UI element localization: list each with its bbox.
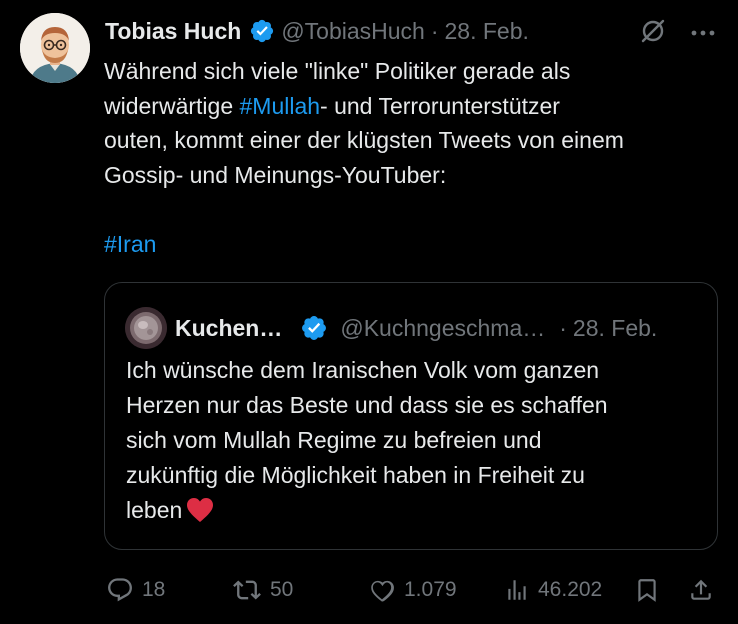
share-button[interactable] bbox=[688, 570, 714, 610]
quoted-author-name[interactable]: Kuchen… bbox=[175, 315, 282, 342]
tweet-line: widerwärtige #Mullah- und Terrorunterstü… bbox=[104, 89, 724, 124]
hashtag-mullah-link[interactable]: #Mullah bbox=[240, 93, 321, 119]
quoted-line: sich vom Mullah Regime zu befreien und bbox=[126, 427, 542, 453]
quoted-line-text: leben bbox=[126, 497, 183, 523]
red-heart-emoji-icon bbox=[186, 497, 214, 523]
views-count: 46.202 bbox=[538, 578, 603, 601]
repost-icon bbox=[232, 576, 262, 604]
tweet-text-span: - und Terrorunterstützer bbox=[320, 92, 560, 119]
tweet-line: Während sich viele "linke" Politiker ger… bbox=[104, 58, 571, 84]
quoted-tweet[interactable]: Kuchen… @Kuchngeschma… · 28. Feb. Ich wü… bbox=[104, 282, 718, 550]
tweet-date[interactable]: 28. Feb. bbox=[445, 18, 529, 45]
tweet-line: outen, kommt einer der klügsten Tweets v… bbox=[104, 127, 624, 153]
author-handle[interactable]: @TobiasHuch bbox=[281, 18, 425, 45]
repost-button[interactable]: 50 bbox=[232, 570, 293, 610]
quoted-line: Herzen nur das Beste und dass sie es sch… bbox=[126, 392, 608, 418]
quoted-line: leben bbox=[126, 493, 706, 528]
quoted-author-avatar[interactable] bbox=[125, 307, 167, 349]
author-name[interactable]: Tobias Huch bbox=[105, 18, 241, 45]
quoted-header-separator: · bbox=[559, 314, 567, 341]
reply-button[interactable]: 18 bbox=[106, 570, 165, 610]
header-separator: · bbox=[430, 17, 439, 44]
verified-badge-icon bbox=[300, 314, 328, 342]
like-heart-icon bbox=[368, 576, 396, 604]
more-options-icon[interactable] bbox=[690, 25, 716, 43]
author-avatar[interactable] bbox=[20, 13, 90, 83]
views-chart-icon bbox=[504, 576, 530, 604]
grok-icon[interactable] bbox=[638, 16, 668, 51]
reply-icon bbox=[106, 576, 134, 604]
reply-count: 18 bbox=[142, 578, 166, 601]
tweet-text: Während sich viele "linke" Politiker ger… bbox=[104, 54, 724, 261]
tweet-line: Gossip- und Meinungs-YouTuber: bbox=[104, 161, 447, 188]
repost-count: 50 bbox=[270, 578, 294, 601]
quoted-tweet-text: Ich wünsche dem Iranischen Volk vom ganz… bbox=[126, 353, 706, 528]
views-button[interactable]: 46.202 bbox=[504, 570, 602, 610]
top-right-icons bbox=[638, 16, 716, 51]
quoted-tweet-header: Kuchen… @Kuchngeschma… · 28. Feb. bbox=[125, 307, 657, 349]
avatar-illustration bbox=[20, 13, 90, 83]
verified-badge-icon bbox=[249, 18, 275, 44]
bookmark-icon bbox=[634, 576, 660, 604]
like-count: 1.079 bbox=[404, 578, 457, 601]
like-button[interactable]: 1.079 bbox=[368, 570, 457, 610]
quoted-author-handle[interactable]: @Kuchngeschma… bbox=[340, 315, 545, 342]
quoted-line: Ich wünsche dem Iranischen Volk vom ganz… bbox=[126, 357, 600, 383]
quoted-line: zukünftig die Möglichkeit haben in Freih… bbox=[126, 462, 585, 488]
action-bar: 18 50 1.079 46.202 bbox=[104, 570, 718, 610]
hashtag-iran-link[interactable]: #Iran bbox=[104, 231, 156, 257]
bookmark-button[interactable] bbox=[634, 570, 660, 610]
share-icon bbox=[688, 576, 714, 604]
quoted-tweet-date[interactable]: 28. Feb. bbox=[573, 315, 657, 342]
tweet-text-span: widerwärtige bbox=[104, 92, 240, 119]
tweet-header: Tobias Huch @TobiasHuch · 28. Feb. bbox=[105, 14, 529, 48]
